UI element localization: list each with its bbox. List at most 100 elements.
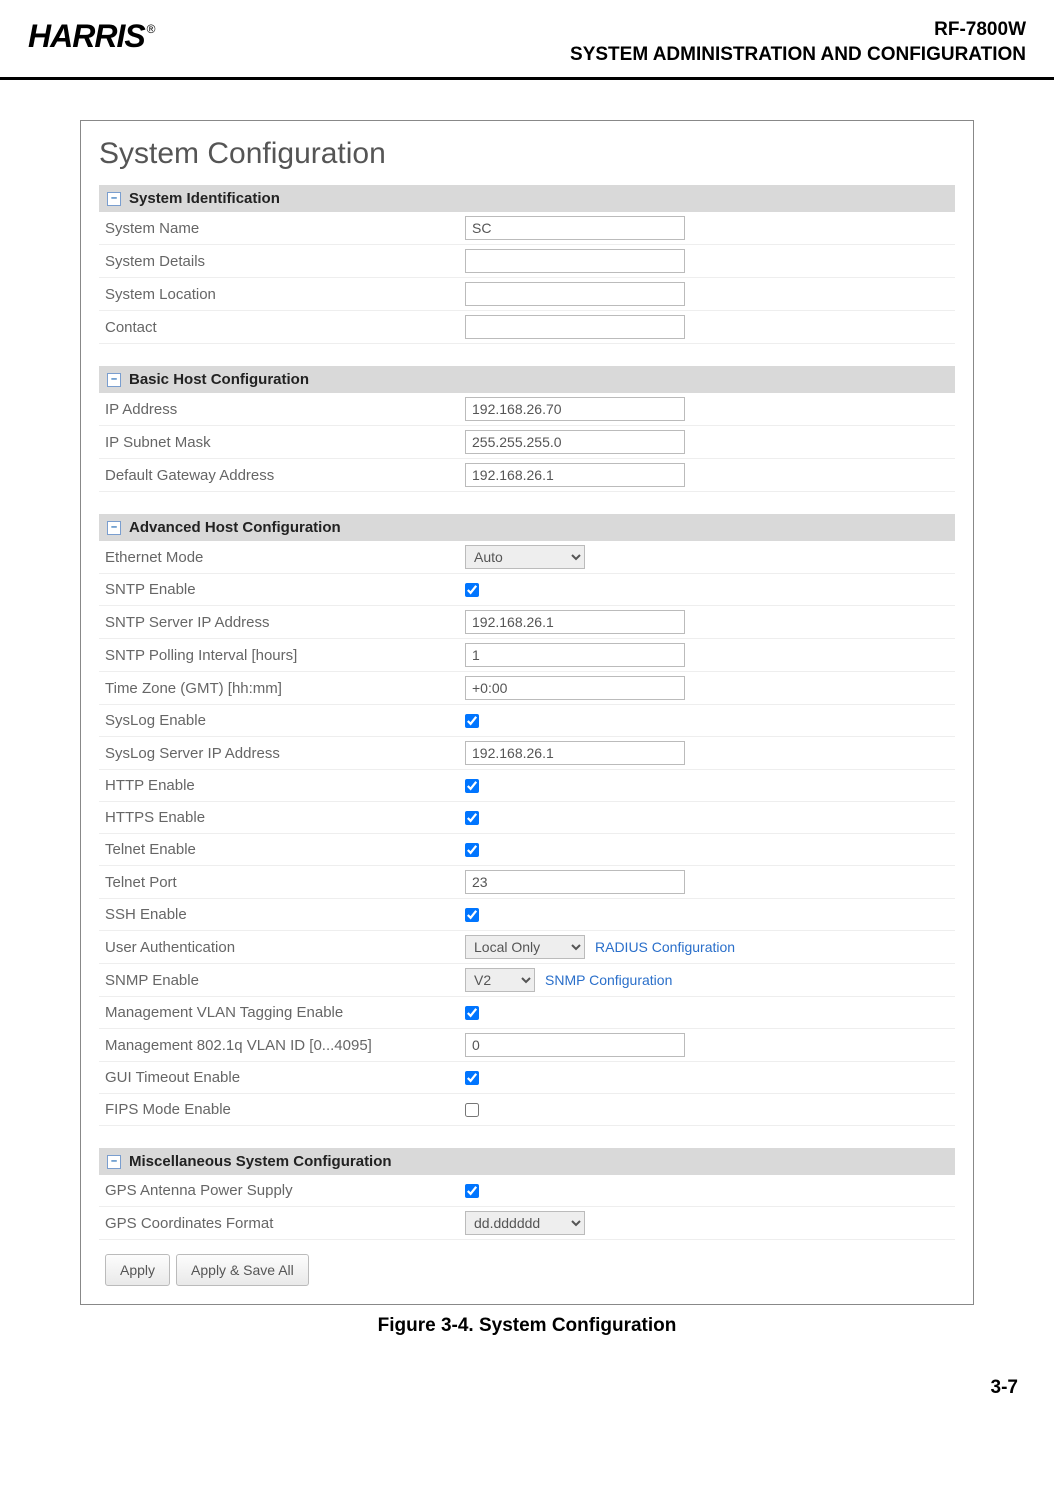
collapse-icon[interactable]: – bbox=[107, 1155, 121, 1169]
row-gui-timeout: GUI Timeout Enable bbox=[99, 1062, 955, 1094]
label-system-name: System Name bbox=[105, 220, 465, 237]
section-system-identification[interactable]: – System Identification bbox=[99, 185, 955, 212]
row-syslog-server: SysLog Server IP Address bbox=[99, 737, 955, 770]
select-snmp-enable[interactable]: V2 bbox=[465, 968, 535, 992]
label-syslog-server: SysLog Server IP Address bbox=[105, 745, 465, 762]
input-subnet-mask[interactable] bbox=[465, 430, 685, 454]
input-system-location[interactable] bbox=[465, 282, 685, 306]
row-system-location: System Location bbox=[99, 278, 955, 311]
section-misc[interactable]: – Miscellaneous System Configuration bbox=[99, 1148, 955, 1175]
label-telnet-enable: Telnet Enable bbox=[105, 841, 465, 858]
row-telnet-port: Telnet Port bbox=[99, 866, 955, 899]
row-gps-format: GPS Coordinates Format dd.dddddd bbox=[99, 1207, 955, 1240]
label-sntp-poll: SNTP Polling Interval [hours] bbox=[105, 647, 465, 664]
label-ip-address: IP Address bbox=[105, 401, 465, 418]
row-ssh-enable: SSH Enable bbox=[99, 899, 955, 931]
label-ethernet-mode: Ethernet Mode bbox=[105, 549, 465, 566]
section-title: Advanced Host Configuration bbox=[129, 519, 341, 536]
row-telnet-enable: Telnet Enable bbox=[99, 834, 955, 866]
collapse-icon[interactable]: – bbox=[107, 521, 121, 535]
screenshot-container: System Configuration – System Identifica… bbox=[80, 120, 974, 1305]
checkbox-gps-power[interactable] bbox=[465, 1184, 479, 1198]
row-subnet-mask: IP Subnet Mask bbox=[99, 426, 955, 459]
input-system-name[interactable] bbox=[465, 216, 685, 240]
label-telnet-port: Telnet Port bbox=[105, 874, 465, 891]
section-basic-host[interactable]: – Basic Host Configuration bbox=[99, 366, 955, 393]
header-right: RF-7800W SYSTEM ADMINISTRATION AND CONFI… bbox=[570, 18, 1026, 67]
button-row: Apply Apply & Save All bbox=[99, 1240, 955, 1290]
row-gps-power: GPS Antenna Power Supply bbox=[99, 1175, 955, 1207]
collapse-icon[interactable]: – bbox=[107, 192, 121, 206]
checkbox-ssh-enable[interactable] bbox=[465, 908, 479, 922]
collapse-icon[interactable]: – bbox=[107, 373, 121, 387]
input-contact[interactable] bbox=[465, 315, 685, 339]
input-ip-address[interactable] bbox=[465, 397, 685, 421]
label-fips-mode: FIPS Mode Enable bbox=[105, 1101, 465, 1118]
registered-mark: ® bbox=[147, 22, 155, 36]
label-sntp-enable: SNTP Enable bbox=[105, 581, 465, 598]
logo-text: HARRIS bbox=[28, 18, 145, 54]
row-http-enable: HTTP Enable bbox=[99, 770, 955, 802]
label-system-location: System Location bbox=[105, 286, 465, 303]
label-syslog-enable: SysLog Enable bbox=[105, 712, 465, 729]
row-system-name: System Name bbox=[99, 212, 955, 245]
doc-title: SYSTEM ADMINISTRATION AND CONFIGURATION bbox=[570, 43, 1026, 68]
select-user-auth[interactable]: Local Only bbox=[465, 935, 585, 959]
row-snmp-enable: SNMP Enable V2 SNMP Configuration bbox=[99, 964, 955, 997]
section-title: Basic Host Configuration bbox=[129, 371, 309, 388]
label-ssh-enable: SSH Enable bbox=[105, 906, 465, 923]
link-snmp-config[interactable]: SNMP Configuration bbox=[545, 972, 672, 988]
doc-model: RF-7800W bbox=[570, 18, 1026, 43]
section-advanced-host[interactable]: – Advanced Host Configuration bbox=[99, 514, 955, 541]
label-http-enable: HTTP Enable bbox=[105, 777, 465, 794]
label-subnet-mask: IP Subnet Mask bbox=[105, 434, 465, 451]
input-vlan-id[interactable] bbox=[465, 1033, 685, 1057]
page-title: System Configuration bbox=[99, 137, 955, 171]
label-timezone: Time Zone (GMT) [hh:mm] bbox=[105, 680, 465, 697]
label-snmp-enable: SNMP Enable bbox=[105, 972, 465, 989]
row-https-enable: HTTPS Enable bbox=[99, 802, 955, 834]
row-ip-address: IP Address bbox=[99, 393, 955, 426]
page-number: 3-7 bbox=[0, 1337, 1054, 1429]
row-system-details: System Details bbox=[99, 245, 955, 278]
checkbox-fips-mode[interactable] bbox=[465, 1103, 479, 1117]
section-title: Miscellaneous System Configuration bbox=[129, 1153, 392, 1170]
checkbox-telnet-enable[interactable] bbox=[465, 843, 479, 857]
label-https-enable: HTTPS Enable bbox=[105, 809, 465, 826]
row-vlan-tag: Management VLAN Tagging Enable bbox=[99, 997, 955, 1029]
label-contact: Contact bbox=[105, 319, 465, 336]
select-ethernet-mode[interactable]: Auto bbox=[465, 545, 585, 569]
link-radius-config[interactable]: RADIUS Configuration bbox=[595, 939, 735, 955]
checkbox-vlan-tag[interactable] bbox=[465, 1006, 479, 1020]
apply-button[interactable]: Apply bbox=[105, 1254, 170, 1286]
label-vlan-tag: Management VLAN Tagging Enable bbox=[105, 1004, 465, 1021]
row-sntp-poll: SNTP Polling Interval [hours] bbox=[99, 639, 955, 672]
row-sntp-server: SNTP Server IP Address bbox=[99, 606, 955, 639]
input-gateway[interactable] bbox=[465, 463, 685, 487]
input-timezone[interactable] bbox=[465, 676, 685, 700]
label-gps-power: GPS Antenna Power Supply bbox=[105, 1182, 465, 1199]
input-sntp-server[interactable] bbox=[465, 610, 685, 634]
section-title: System Identification bbox=[129, 190, 280, 207]
label-gps-format: GPS Coordinates Format bbox=[105, 1215, 465, 1232]
harris-logo: HARRIS® bbox=[28, 18, 153, 55]
figure-caption: Figure 3-4. System Configuration bbox=[0, 1315, 1054, 1337]
apply-save-all-button[interactable]: Apply & Save All bbox=[176, 1254, 309, 1286]
page-header: HARRIS® RF-7800W SYSTEM ADMINISTRATION A… bbox=[0, 0, 1054, 80]
checkbox-sntp-enable[interactable] bbox=[465, 583, 479, 597]
row-user-auth: User Authentication Local Only RADIUS Co… bbox=[99, 931, 955, 964]
row-vlan-id: Management 802.1q VLAN ID [0...4095] bbox=[99, 1029, 955, 1062]
checkbox-https-enable[interactable] bbox=[465, 811, 479, 825]
label-user-auth: User Authentication bbox=[105, 939, 465, 956]
input-telnet-port[interactable] bbox=[465, 870, 685, 894]
row-timezone: Time Zone (GMT) [hh:mm] bbox=[99, 672, 955, 705]
checkbox-http-enable[interactable] bbox=[465, 779, 479, 793]
row-fips-mode: FIPS Mode Enable bbox=[99, 1094, 955, 1126]
input-system-details[interactable] bbox=[465, 249, 685, 273]
checkbox-gui-timeout[interactable] bbox=[465, 1071, 479, 1085]
checkbox-syslog-enable[interactable] bbox=[465, 714, 479, 728]
select-gps-format[interactable]: dd.dddddd bbox=[465, 1211, 585, 1235]
input-syslog-server[interactable] bbox=[465, 741, 685, 765]
label-vlan-id: Management 802.1q VLAN ID [0...4095] bbox=[105, 1037, 465, 1054]
input-sntp-poll[interactable] bbox=[465, 643, 685, 667]
